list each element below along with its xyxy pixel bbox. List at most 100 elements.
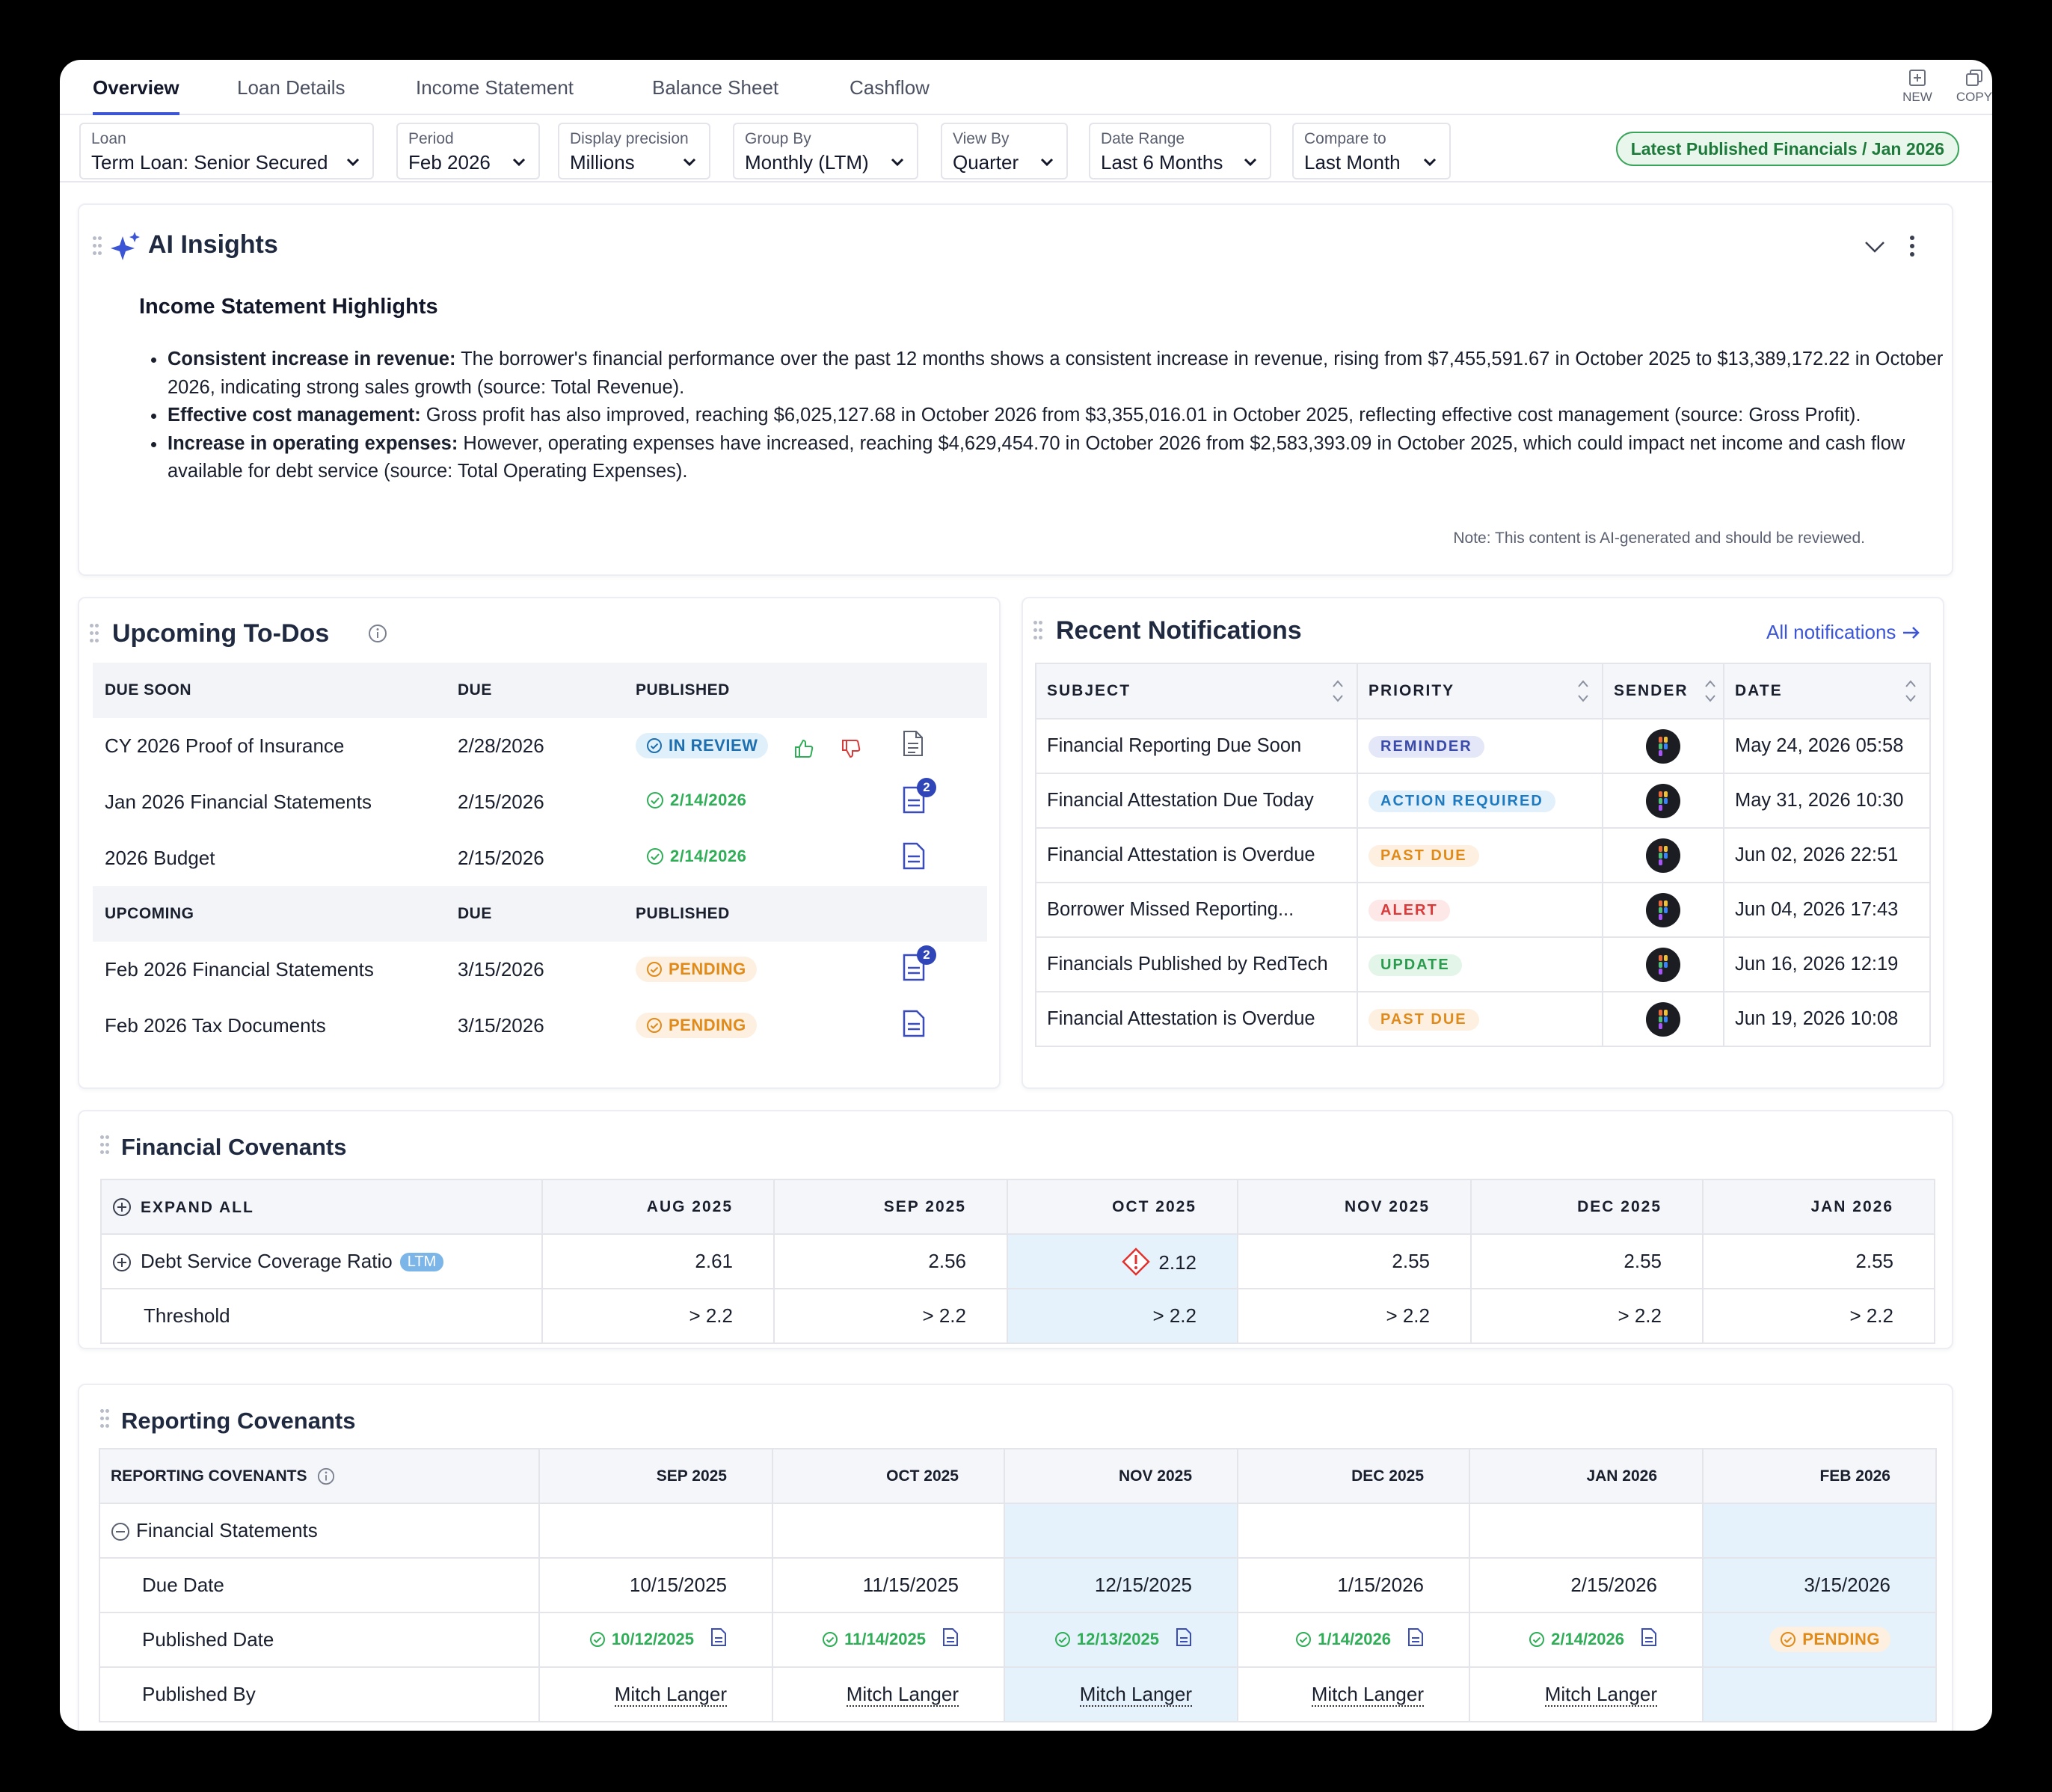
status-badge: PENDING	[636, 957, 757, 982]
covenant-value: 2.55	[1237, 1233, 1472, 1289]
table-row[interactable]: Feb 2026 Tax Documents 3/15/2026 PENDING	[93, 998, 987, 1054]
tab-loan-details[interactable]: Loan Details	[237, 76, 345, 115]
table-row[interactable]: Jan 2026 Financial Statements 2/15/2026 …	[93, 774, 987, 830]
document-with-count[interactable]: 2	[902, 778, 936, 815]
table-row[interactable]: CY 2026 Proof of Insurance 2/28/2026 IN …	[93, 718, 987, 774]
table-row[interactable]: 2026 Budget 2/15/2026 2/14/2026	[93, 830, 987, 886]
col-header-date[interactable]: DATE	[1723, 663, 1931, 719]
ltm-tag: LTM	[399, 1253, 444, 1271]
document-icon[interactable]	[942, 1627, 959, 1647]
thumbs-up-icon[interactable]	[793, 738, 814, 759]
sender-avatar[interactable]	[1646, 728, 1680, 764]
view-by-select[interactable]: View By Quarter	[941, 123, 1068, 179]
warning-diamond-icon	[1122, 1247, 1151, 1276]
date-range-select[interactable]: Date Range Last 6 Months	[1089, 123, 1271, 179]
document-with-count[interactable]: 2	[902, 945, 936, 983]
tab-cashflow[interactable]: Cashflow	[850, 76, 930, 115]
sort-icon[interactable]	[1904, 676, 1917, 706]
table-row[interactable]: Financials Published by RedTech UPDATE Jun…	[1035, 936, 1931, 992]
todo-name: CY 2026 Proof of Insurance	[105, 734, 345, 757]
tab-overview[interactable]: Overview	[93, 76, 179, 115]
sort-icon[interactable]	[1704, 676, 1717, 706]
published-by-cell: Mitch Langer	[1237, 1666, 1470, 1722]
ai-disclaimer: Note: This content is AI-generated and s…	[1453, 530, 1865, 547]
table-row[interactable]: Financial Attestation is Overdue PAST DUE…	[1035, 827, 1931, 883]
check-circle-icon	[1529, 1631, 1545, 1647]
document-icon[interactable]	[902, 1009, 926, 1037]
sender-avatar[interactable]	[1646, 947, 1680, 982]
filter-value: Last Month	[1304, 151, 1401, 174]
more-menu-icon[interactable]	[1908, 235, 1916, 257]
plus-circle-icon[interactable]	[112, 1253, 132, 1272]
financial-covenants-card: Financial Covenants EXPAND ALL AUG 2025 …	[78, 1110, 1953, 1349]
drag-handle-icon[interactable]	[100, 1409, 111, 1429]
sender-avatar[interactable]	[1646, 892, 1680, 927]
published-date-cell: 11/14/2025	[772, 1612, 1005, 1668]
published-date-cell: 1/14/2026	[1237, 1612, 1470, 1668]
bullet-heading: Increase in operating expenses:	[168, 432, 458, 454]
arrow-right-icon	[1902, 627, 1920, 639]
filter-label: View By	[953, 130, 1010, 147]
tab-bar: Overview Loan Details Income Statement B…	[60, 60, 1992, 115]
col-header-label: REPORTING COVENANTS	[111, 1467, 307, 1485]
group-toggle[interactable]: Financial Statements	[99, 1503, 540, 1559]
user-link[interactable]: Mitch Langer	[1311, 1683, 1424, 1707]
drag-handle-icon[interactable]	[100, 1135, 111, 1155]
display-precision-select[interactable]: Display precision Millions	[558, 123, 710, 179]
thumbs-down-icon[interactable]	[841, 738, 861, 759]
sender-avatar[interactable]	[1646, 838, 1680, 873]
chevron-down-icon	[1244, 158, 1257, 167]
drag-handle-icon[interactable]	[1033, 621, 1044, 640]
drag-handle-icon[interactable]	[93, 236, 103, 256]
user-link[interactable]: Mitch Langer	[846, 1683, 959, 1707]
new-button[interactable]: NEW	[1895, 69, 1940, 105]
all-notifications-link[interactable]: All notifications	[1766, 621, 1921, 644]
col-header-priority[interactable]: PRIORITY	[1357, 663, 1603, 719]
table-row[interactable]: Financial Attestation is Overdue PAST DUE…	[1035, 991, 1931, 1047]
new-label: NEW	[1902, 90, 1932, 104]
document-icon[interactable]	[902, 730, 924, 757]
table-row[interactable]: Feb 2026 Financial Statements 3/15/2026 …	[93, 942, 987, 998]
latest-published-badge[interactable]: Latest Published Financials / Jan 2026	[1615, 132, 1959, 166]
covenant-name-cell[interactable]: Debt Service Coverage Ratio LTM	[100, 1233, 543, 1289]
document-icon[interactable]	[1641, 1627, 1657, 1647]
document-icon[interactable]	[1176, 1627, 1192, 1647]
compare-to-select[interactable]: Compare to Last Month	[1292, 123, 1451, 179]
status-badge: PENDING	[1769, 1627, 1890, 1652]
priority-badge: PAST DUE	[1368, 1009, 1479, 1031]
copy-button[interactable]: COPY	[1952, 69, 1992, 105]
user-link[interactable]: Mitch Langer	[1544, 1683, 1657, 1707]
sort-icon[interactable]	[1331, 676, 1345, 706]
expand-all-button[interactable]: EXPAND ALL	[100, 1179, 543, 1235]
user-link[interactable]: Mitch Langer	[1079, 1683, 1192, 1707]
group-by-select[interactable]: Group By Monthly (LTM)	[733, 123, 918, 179]
document-count-badge: 2	[917, 778, 936, 797]
info-icon[interactable]	[368, 624, 387, 643]
published-by-cell: Mitch Langer	[772, 1666, 1005, 1722]
table-row[interactable]: Financial Reporting Due Soon REMINDER May …	[1035, 718, 1931, 774]
chevron-down-icon[interactable]	[1864, 239, 1886, 254]
sender-avatar[interactable]	[1646, 1001, 1680, 1037]
tab-income-statement[interactable]: Income Statement	[416, 76, 574, 115]
table-row[interactable]: Financial Attestation Due Today ACTION RE…	[1035, 773, 1931, 829]
table-row[interactable]: Borrower Missed Reporting... ALERT Jun 04,…	[1035, 882, 1931, 938]
info-icon[interactable]	[317, 1467, 335, 1485]
user-link[interactable]: Mitch Langer	[614, 1683, 727, 1707]
drag-handle-icon[interactable]	[90, 624, 100, 643]
loan-select[interactable]: Loan Term Loan: Senior Secured	[79, 123, 374, 179]
document-icon[interactable]	[902, 841, 926, 870]
tab-balance-sheet[interactable]: Balance Sheet	[652, 76, 778, 115]
sort-icon[interactable]	[1576, 676, 1590, 706]
document-icon[interactable]	[710, 1627, 727, 1647]
col-header-subject[interactable]: SUBJECT	[1035, 663, 1358, 719]
check-circle-icon	[647, 737, 662, 753]
row-label: Published Date	[99, 1612, 540, 1668]
check-circle-icon	[647, 1018, 662, 1033]
sender-avatar[interactable]	[1646, 783, 1680, 818]
published-date-cell: 12/13/2025	[1004, 1612, 1238, 1668]
notification-subject: Financials Published by RedTech	[1035, 936, 1358, 992]
published-date: 11/14/2025	[822, 1627, 959, 1651]
col-header-sender[interactable]: SENDER	[1602, 663, 1724, 719]
period-select[interactable]: Period Feb 2026	[396, 123, 540, 179]
document-icon[interactable]	[1407, 1627, 1424, 1647]
